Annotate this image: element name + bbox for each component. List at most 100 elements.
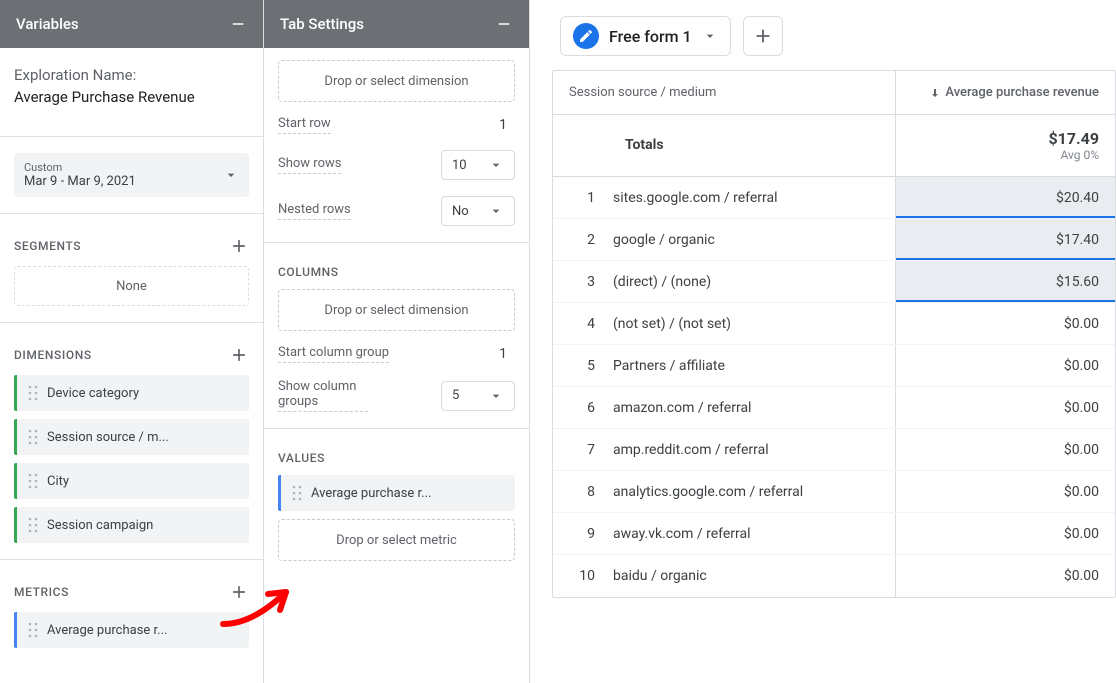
variables-header: Variables (0, 0, 263, 48)
table-row[interactable]: 8analytics.google.com / referral$0.00 (553, 471, 1115, 513)
columns-section-header: COLUMNS (278, 259, 515, 289)
values-chip[interactable]: Average purchase r... (278, 475, 515, 511)
metric-chip-label: Average purchase r... (47, 623, 167, 638)
variables-panel: Variables Exploration Name: Average Purc… (0, 0, 264, 683)
row-dimension: away.vk.com / referral (613, 526, 751, 542)
table-row[interactable]: 5Partners / affiliate $0.00 (553, 345, 1115, 387)
row-metric: $0.00 (895, 387, 1115, 428)
row-dimension: amp.reddit.com / referral (613, 442, 769, 458)
report-tab[interactable]: Free form 1 (560, 16, 731, 56)
table-row[interactable]: 9away.vk.com / referral $0.00 (553, 513, 1115, 555)
totals-sub: Avg 0% (912, 148, 1099, 162)
row-index: 3 (553, 274, 613, 290)
row-dimension: baidu / organic (613, 568, 707, 584)
drag-handle-icon (27, 384, 39, 402)
row-metric: $17.40 (895, 219, 1115, 260)
add-tab-button[interactable] (743, 16, 783, 56)
row-index: 4 (553, 316, 613, 332)
table-row[interactable]: 7amp.reddit.com / referral $0.00 (553, 429, 1115, 471)
sort-down-icon (929, 87, 941, 99)
report-tab-name: Free form 1 (609, 27, 692, 46)
date-badge: Custom (24, 161, 136, 174)
start-column-value[interactable]: 1 (491, 346, 515, 362)
caret-down-icon (488, 157, 504, 173)
start-column-label: Start column group (278, 345, 389, 363)
start-row-value[interactable]: 1 (491, 117, 515, 133)
show-rows-select[interactable]: 10 (441, 150, 515, 180)
row-metric: $0.00 (895, 303, 1115, 344)
table-row[interactable]: 4(not set) / (not set) $0.00 (553, 303, 1115, 345)
tab-settings-panel: Tab Settings Drop or select dimension St… (264, 0, 530, 683)
dimensions-section-header: DIMENSIONS (14, 339, 249, 375)
row-metric: $0.00 (895, 471, 1115, 512)
row-dimension: analytics.google.com / referral (613, 484, 803, 500)
nested-rows-select[interactable]: No (441, 196, 515, 226)
dimension-chip[interactable]: Session campaign (14, 507, 249, 543)
add-segment-button[interactable] (229, 236, 249, 256)
drag-handle-icon (27, 472, 39, 490)
dimension-chip-label: Session campaign (47, 518, 153, 533)
date-range-picker[interactable]: Custom Mar 9 - Mar 9, 2021 (14, 153, 249, 197)
drag-handle-icon (27, 621, 39, 639)
collapse-tab-settings-icon[interactable] (495, 15, 513, 33)
metrics-section-header: METRICS (14, 576, 249, 612)
dimension-chip[interactable]: Device category (14, 375, 249, 411)
dimension-chip-label: Device category (47, 386, 139, 401)
dimension-chip[interactable]: City (14, 463, 249, 499)
row-dimension: sites.google.com / referral (613, 190, 777, 206)
row-dimension: (not set) / (not set) (613, 316, 731, 332)
values-dropzone[interactable]: Drop or select metric (278, 519, 515, 561)
row-index: 9 (553, 526, 613, 542)
nested-rows-label: Nested rows (278, 202, 351, 220)
start-row-label: Start row (278, 116, 331, 134)
row-metric: $0.00 (895, 513, 1115, 554)
row-metric: $15.60 (895, 261, 1115, 302)
report-table: Session source / medium Average purchase… (552, 70, 1116, 598)
row-index: 6 (553, 400, 613, 416)
segments-none[interactable]: None (14, 266, 249, 306)
rows-dropzone[interactable]: Drop or select dimension (278, 60, 515, 102)
row-metric: $0.00 (895, 345, 1115, 386)
row-index: 2 (553, 232, 613, 248)
collapse-variables-icon[interactable] (229, 15, 247, 33)
table-row[interactable]: 3(direct) / (none)$15.60 (553, 261, 1115, 303)
tab-settings-title: Tab Settings (280, 15, 364, 33)
row-metric: $0.00 (895, 555, 1115, 597)
metric-column-header[interactable]: Average purchase revenue (895, 71, 1115, 114)
show-column-groups-select[interactable]: 5 (441, 381, 515, 411)
caret-down-icon (223, 167, 239, 183)
totals-row: Totals $17.49 Avg 0% (553, 115, 1115, 177)
values-section-header: VALUES (278, 445, 515, 475)
row-dimension: google / organic (613, 232, 715, 248)
caret-down-icon (488, 388, 504, 404)
row-dimension: amazon.com / referral (613, 400, 751, 416)
drag-handle-icon (27, 428, 39, 446)
exploration-name-value[interactable]: Average Purchase Revenue (14, 84, 249, 120)
pencil-icon (573, 23, 599, 49)
table-row[interactable]: 1sites.google.com / referral$20.40 (553, 177, 1115, 219)
metric-chip[interactable]: Average purchase r... (14, 612, 249, 648)
table-row[interactable]: 6amazon.com / referral $0.00 (553, 387, 1115, 429)
row-metric: $0.00 (895, 429, 1115, 470)
drag-handle-icon (291, 484, 303, 502)
variables-title: Variables (16, 15, 79, 33)
totals-value: $17.49 (912, 129, 1099, 148)
add-metric-button[interactable] (229, 582, 249, 602)
row-index: 7 (553, 442, 613, 458)
show-rows-label: Show rows (278, 156, 341, 174)
add-dimension-button[interactable] (229, 345, 249, 365)
columns-dropzone[interactable]: Drop or select dimension (278, 289, 515, 331)
row-dimension: Partners / affiliate (613, 358, 725, 374)
table-row[interactable]: 2google / organic $17.40 (553, 219, 1115, 261)
table-row[interactable]: 10baidu / organic$0.00 (553, 555, 1115, 597)
row-index: 1 (553, 190, 613, 206)
report-panel: Free form 1 Session source / medium Aver… (530, 0, 1116, 683)
segments-section-header: SEGMENTS (14, 230, 249, 266)
drag-handle-icon (27, 516, 39, 534)
dimension-column-header[interactable]: Session source / medium (553, 71, 895, 114)
tab-settings-header: Tab Settings (264, 0, 529, 48)
totals-label: Totals (553, 115, 895, 176)
dimension-chip-label: City (47, 474, 69, 489)
dimension-chip[interactable]: Session source / m... (14, 419, 249, 455)
row-index: 5 (553, 358, 613, 374)
